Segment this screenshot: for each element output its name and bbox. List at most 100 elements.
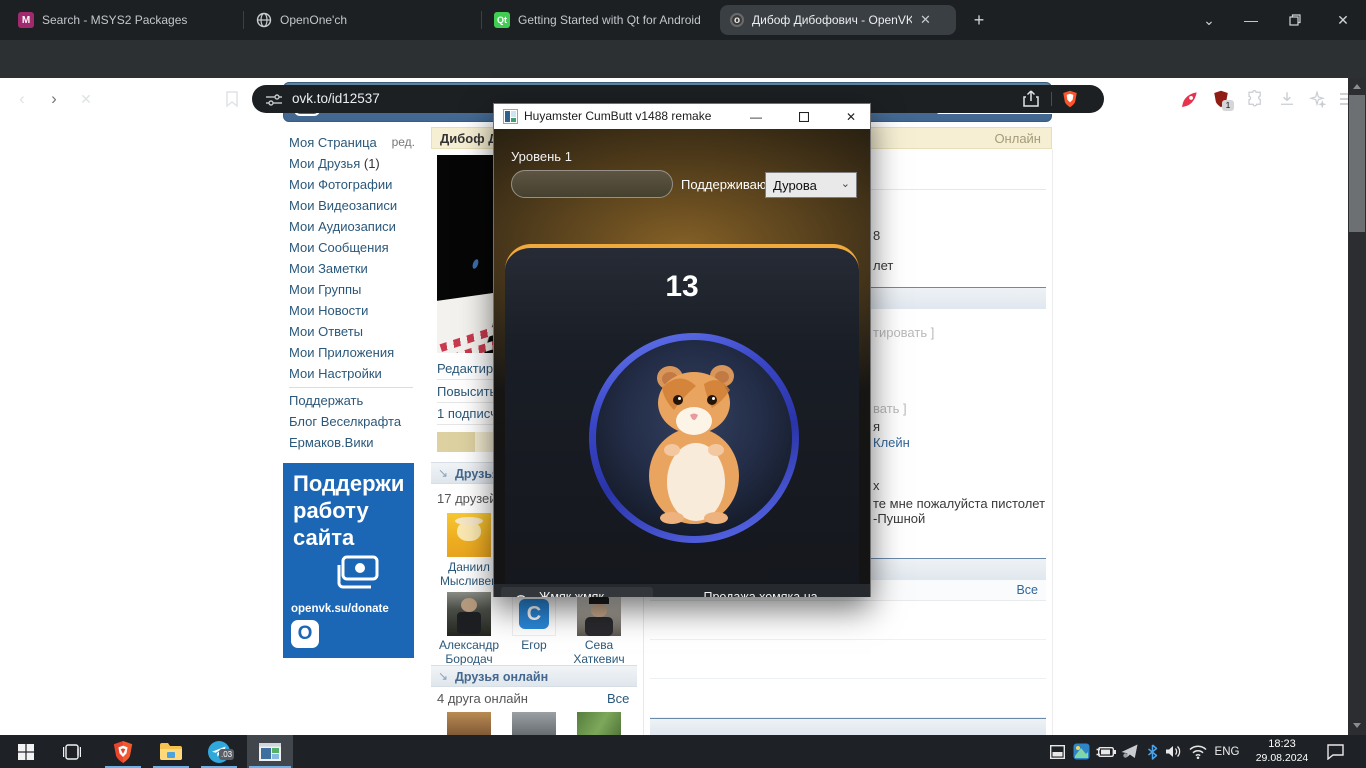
- scroll-down-arrow[interactable]: [1353, 723, 1361, 728]
- audio-track-row[interactable]: Joost — Luchtballon 02:28: [650, 640, 1046, 679]
- wifi-icon[interactable]: [1187, 735, 1209, 768]
- forward-button[interactable]: ›: [42, 87, 66, 111]
- openvk-logo: O: [291, 620, 319, 648]
- sparkles-icon[interactable]: [1308, 90, 1326, 113]
- url-text[interactable]: ovk.to/id12537: [292, 91, 380, 106]
- sidebar-item-apps[interactable]: Мои Приложения: [289, 345, 415, 360]
- tab-openvk-active[interactable]: o Дибоф Дибофович - OpenVK ✕: [720, 5, 956, 35]
- red-shield-icon[interactable]: 1: [1212, 90, 1230, 113]
- tab-search-chevron-icon[interactable]: ⌄: [1192, 0, 1226, 40]
- sidebar-item-videos[interactable]: Мои Видеозаписи: [289, 198, 415, 213]
- tab-label: OpenOne'ch: [280, 13, 347, 27]
- tab-msys2[interactable]: M Search - MSYS2 Packages: [8, 0, 240, 40]
- tray-telegram-icon[interactable]: [1118, 735, 1140, 768]
- tray-clock[interactable]: 18:23 29.08.2024: [1252, 737, 1312, 765]
- bluetooth-icon[interactable]: [1143, 735, 1161, 768]
- taskbar: .03 ENG 18:23 29.08.20: [0, 735, 1366, 768]
- edit-link[interactable]: ред.: [392, 135, 415, 149]
- window-restore-button[interactable]: [1278, 0, 1312, 40]
- hamster-window-titlebar[interactable]: Huyamster CumButt v1488 remake — ✕: [494, 104, 870, 129]
- sidebar-item-wiki[interactable]: Ермаков.Вики: [289, 435, 415, 450]
- info-fragment: -Пушной: [873, 511, 925, 526]
- friend-avatar[interactable]: C: [512, 592, 556, 636]
- extensions-puzzle-icon[interactable]: [1246, 90, 1264, 113]
- window-close-button[interactable]: ✕: [1326, 0, 1360, 40]
- click-hamster-button[interactable]: Жмяк жмяк хомяка: [501, 587, 653, 597]
- sidebar-item-friends[interactable]: Мои Друзья (1): [289, 156, 415, 171]
- site-settings-icon[interactable]: [266, 93, 282, 111]
- sidebar-item-news[interactable]: Мои Новости: [289, 303, 415, 318]
- sidebar-item-photos[interactable]: Мои Фотографии: [289, 177, 415, 192]
- taskbar-telegram-icon[interactable]: .03: [199, 735, 239, 768]
- tray-date: 29.08.2024: [1252, 751, 1312, 765]
- app-maximize-button[interactable]: [787, 104, 821, 129]
- app-minimize-button[interactable]: —: [739, 104, 773, 129]
- donate-line3: сайта: [293, 525, 354, 551]
- donate-url: openvk.su/donate: [291, 603, 389, 615]
- stop-button[interactable]: ✕: [74, 87, 98, 111]
- sidebar-item-support[interactable]: Поддержать: [289, 393, 415, 408]
- globe-favicon: [256, 12, 272, 28]
- sidebar-item-groups[interactable]: Мои Группы: [289, 282, 415, 297]
- sidebar-item-settings[interactable]: Мои Настройки: [289, 366, 415, 381]
- hamster-circle[interactable]: [596, 340, 792, 536]
- donate-banner[interactable]: Поддержи работу сайта openvk.su/donate O: [283, 463, 414, 658]
- download-icon[interactable]: [1278, 90, 1296, 113]
- brave-shield-icon[interactable]: [1061, 90, 1079, 113]
- sidebar-item-audios[interactable]: Мои Аудиозаписи: [289, 219, 415, 234]
- task-view-button[interactable]: [52, 735, 92, 768]
- donate-line1: Поддержи: [293, 471, 404, 497]
- donate-line2: работу: [293, 498, 369, 524]
- friends-online-all-link[interactable]: Все: [607, 691, 629, 706]
- sidebar-item-notes[interactable]: Мои Заметки: [289, 261, 415, 276]
- hamster-app-window[interactable]: Huyamster CumButt v1488 remake — ✕ Урове…: [493, 103, 871, 597]
- friend-avatar[interactable]: [447, 513, 491, 557]
- battery-icon[interactable]: [1094, 735, 1118, 768]
- collapse-arrow-icon: ↘: [438, 466, 448, 480]
- sidebar-item-my-page[interactable]: Моя Страница ред.: [289, 135, 415, 150]
- friend-last-name[interactable]: Хаткевич: [569, 652, 629, 666]
- audio-track-row[interactable]: beatMARIO — Night of Nights 03:11: [650, 601, 1046, 640]
- sidebar-item-answers[interactable]: Мои Ответы: [289, 324, 415, 339]
- app-window-icon: [503, 109, 518, 124]
- friend-avatar[interactable]: [447, 592, 491, 636]
- tab-qt[interactable]: Qt Getting Started with Qt for Android: [484, 0, 714, 40]
- tray-app-icon[interactable]: [1070, 735, 1092, 768]
- friend-first-name[interactable]: Егор: [504, 638, 564, 652]
- tab-close-icon[interactable]: ✕: [920, 12, 931, 28]
- new-tab-button[interactable]: +: [962, 0, 996, 40]
- friends-online-section-header[interactable]: ↘ Друзья онлайн: [431, 665, 637, 687]
- taskbar-hamster-app-icon[interactable]: [247, 735, 293, 768]
- start-button[interactable]: [6, 735, 46, 768]
- action-center-icon[interactable]: [1322, 735, 1348, 768]
- rocket-icon[interactable]: [1180, 90, 1199, 114]
- sell-hamster-button[interactable]: Продажа хомяка на органы: [657, 587, 865, 597]
- link-fragment[interactable]: Клейн: [873, 435, 910, 450]
- friend-first-name[interactable]: Александр: [439, 638, 499, 652]
- sidebar-item-blog[interactable]: Блог Веселкрафта: [289, 414, 415, 429]
- share-icon[interactable]: [1022, 90, 1040, 113]
- language-indicator[interactable]: ENG: [1212, 735, 1242, 768]
- volume-icon[interactable]: [1162, 735, 1184, 768]
- edit-fragment: тировать ]: [873, 325, 934, 340]
- support-dropdown[interactable]: Дурова ⌄: [765, 172, 857, 198]
- app-close-button[interactable]: ✕: [834, 104, 868, 129]
- tray-window-icon[interactable]: [1046, 735, 1068, 768]
- friend-avatar[interactable]: [577, 592, 621, 636]
- back-button[interactable]: ‹: [10, 87, 34, 111]
- friend-last-name[interactable]: Мысливец: [439, 574, 499, 588]
- scrollbar-thumb[interactable]: [1349, 95, 1365, 232]
- scroll-up-arrow[interactable]: [1353, 84, 1361, 89]
- friend-last-name[interactable]: Бородач: [439, 652, 499, 666]
- audio-track-row[interactable]: Галилео — Пятница 00:17: [650, 679, 1046, 718]
- friend-first-name[interactable]: Сева: [569, 638, 629, 652]
- page-scrollbar[interactable]: [1348, 78, 1366, 735]
- tab-openonech[interactable]: OpenOne'ch: [246, 0, 478, 40]
- window-minimize-button[interactable]: —: [1234, 0, 1268, 40]
- taskbar-explorer-icon[interactable]: [151, 735, 191, 768]
- bookmark-icon[interactable]: [220, 87, 244, 111]
- sidebar-item-messages[interactable]: Мои Сообщения: [289, 240, 415, 255]
- friend-first-name[interactable]: Даниил: [439, 560, 499, 574]
- taskbar-brave-icon[interactable]: [103, 735, 143, 768]
- audios-all-link[interactable]: Все: [1016, 583, 1038, 597]
